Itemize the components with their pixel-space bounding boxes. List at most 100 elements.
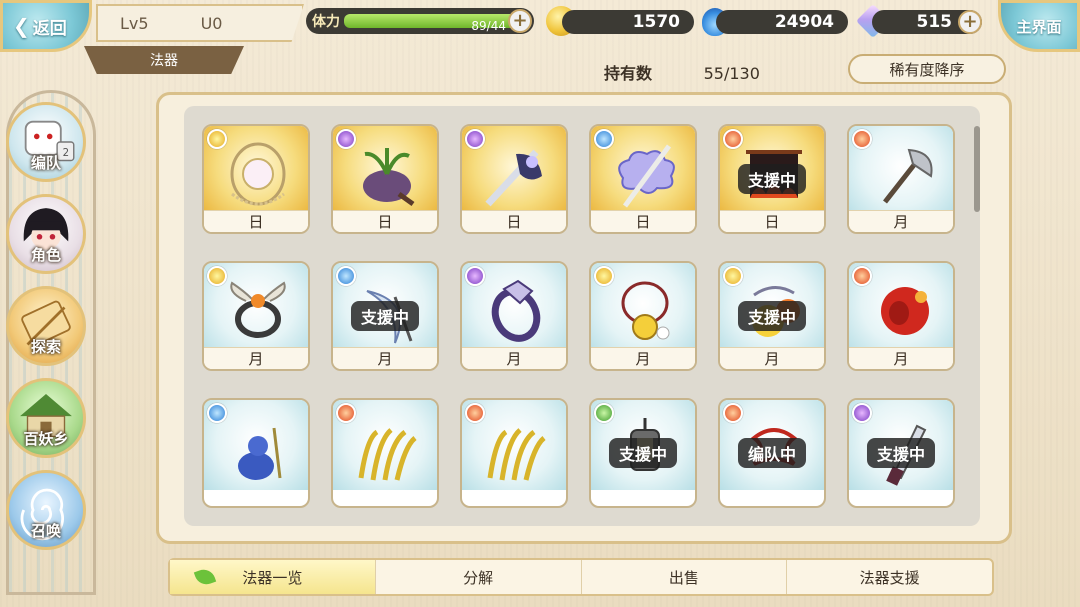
- stamina-label: 体力: [312, 14, 340, 30]
- golden-tails-icon: [487, 428, 546, 481]
- golden-tails-icon: [358, 428, 417, 481]
- held-count: 持有数 55/130: [604, 60, 760, 84]
- held-label: 持有数: [604, 64, 653, 83]
- nav-yokai-village-label: 百妖乡: [23, 430, 69, 448]
- item-rarity-label: 日: [204, 210, 308, 232]
- tab-sell-label: 出售: [668, 568, 699, 587]
- item-rarity-label: 月: [720, 347, 824, 369]
- status-badge: 支援中: [737, 164, 807, 194]
- element-dark-icon: [336, 129, 356, 149]
- nav-team[interactable]: 2 编队: [6, 102, 86, 182]
- status-badge: 支援中: [608, 438, 678, 468]
- status-badge: 编队中: [737, 438, 807, 468]
- category-title: 法器: [84, 46, 244, 74]
- tab-item-support[interactable]: 法器支援: [787, 560, 992, 594]
- nav-explore[interactable]: 探索: [6, 286, 86, 366]
- blue-gourd-icon: [238, 427, 282, 480]
- status-badge: 支援中: [737, 301, 807, 331]
- element-fire-icon: [723, 403, 743, 423]
- add-stamina-button[interactable]: +: [508, 9, 532, 33]
- element-light-icon: [207, 129, 227, 149]
- element-fire-icon: [852, 129, 872, 149]
- nav-explore-label: 探索: [30, 338, 61, 356]
- element-fire-icon: [336, 403, 356, 423]
- mortar-plant-icon: [363, 148, 415, 207]
- orb-amulet-icon: [230, 142, 286, 206]
- item-card[interactable]: 月: [589, 261, 697, 371]
- add-gem-button[interactable]: +: [958, 10, 982, 34]
- player-uid: U0: [200, 13, 223, 33]
- bottom-tab-bar: 法器一览 分解 出售 法器支援: [168, 558, 994, 596]
- item-card[interactable]: 日支援中: [718, 124, 826, 234]
- item-rarity-label: 月: [591, 347, 695, 369]
- item-card[interactable]: 月: [460, 261, 568, 371]
- sort-button[interactable]: 稀有度降序: [848, 54, 1006, 84]
- nav-team-label: 编队: [30, 154, 61, 172]
- item-rarity-label: 月: [462, 347, 566, 369]
- item-rarity-label: 日: [333, 210, 437, 232]
- side-nav: 2 编队 角色 探索 百妖乡 召唤: [0, 90, 102, 600]
- axe-icon: [883, 148, 933, 204]
- element-fire-icon: [852, 266, 872, 286]
- element-water-icon: [336, 266, 356, 286]
- demon-blade-icon: [485, 149, 542, 207]
- nav-character[interactable]: 角色: [6, 194, 86, 274]
- back-label: 返回: [32, 18, 67, 39]
- item-rarity-label: 月: [849, 210, 953, 232]
- tab-sell[interactable]: 出售: [582, 560, 788, 594]
- winged-ring-icon: [230, 281, 286, 338]
- element-fire-icon: [723, 129, 743, 149]
- item-card[interactable]: 日: [589, 124, 697, 234]
- element-dark-icon: [465, 129, 485, 149]
- element-light-icon: [723, 266, 743, 286]
- item-rarity-label: 日: [720, 210, 824, 232]
- item-rarity-label: 日: [591, 210, 695, 232]
- element-water-icon: [594, 129, 614, 149]
- item-card[interactable]: [331, 398, 439, 508]
- tab-item-list-label: 法器一览: [242, 568, 303, 587]
- item-card[interactable]: [460, 398, 568, 508]
- item-card[interactable]: 支援中: [589, 398, 697, 508]
- chevron-left-icon: ❮: [13, 14, 30, 38]
- element-water-icon: [207, 403, 227, 423]
- tab-disassemble[interactable]: 分解: [376, 560, 582, 594]
- held-value: 55/130: [703, 64, 760, 83]
- crystal-bracelet-icon: [491, 279, 541, 342]
- item-card[interactable]: 月: [202, 261, 310, 371]
- player-level: Lv5: [120, 13, 149, 33]
- status-badge: 支援中: [866, 438, 936, 468]
- cloud-sword-icon: [618, 144, 675, 208]
- leaf-icon: [193, 566, 217, 588]
- item-rarity-label: 月: [333, 347, 437, 369]
- coin-count: 1570: [562, 10, 694, 34]
- item-card[interactable]: 日: [331, 124, 439, 234]
- nav-summon[interactable]: 召唤: [6, 470, 86, 550]
- tab-item-support-label: 法器支援: [859, 568, 920, 587]
- element-light-icon: [594, 266, 614, 286]
- item-card[interactable]: 月: [847, 124, 955, 234]
- item-rarity-label: 月: [849, 347, 953, 369]
- tab-item-list[interactable]: 法器一览: [170, 560, 376, 594]
- item-grid: 日日日日日支援中月月月支援中月月月支援中月支援中 编队中 支援中: [184, 106, 980, 526]
- nav-yokai-village[interactable]: 百妖乡: [6, 378, 86, 458]
- item-card[interactable]: 月: [847, 261, 955, 371]
- item-rarity-label: 月: [204, 347, 308, 369]
- status-badge: 支援中: [350, 301, 420, 331]
- item-card[interactable]: 月支援中: [718, 261, 826, 371]
- item-card[interactable]: 日: [460, 124, 568, 234]
- nav-summon-label: 召唤: [30, 522, 61, 540]
- item-rarity-label: 日: [462, 210, 566, 232]
- item-card[interactable]: 支援中: [847, 398, 955, 508]
- red-mask-icon: [881, 287, 929, 335]
- item-card[interactable]: [202, 398, 310, 508]
- stamina-bar: 体力 89/44: [306, 8, 534, 34]
- item-card[interactable]: 日: [202, 124, 310, 234]
- element-dark-icon: [465, 266, 485, 286]
- bell-necklace-icon: [621, 281, 670, 340]
- stamina-text: 89/44: [471, 19, 506, 33]
- grid-scrollbar[interactable]: [974, 126, 980, 212]
- item-card[interactable]: 编队中: [718, 398, 826, 508]
- tab-disassemble-label: 分解: [463, 568, 494, 587]
- nav-character-label: 角色: [30, 246, 61, 264]
- item-card[interactable]: 月支援中: [331, 261, 439, 371]
